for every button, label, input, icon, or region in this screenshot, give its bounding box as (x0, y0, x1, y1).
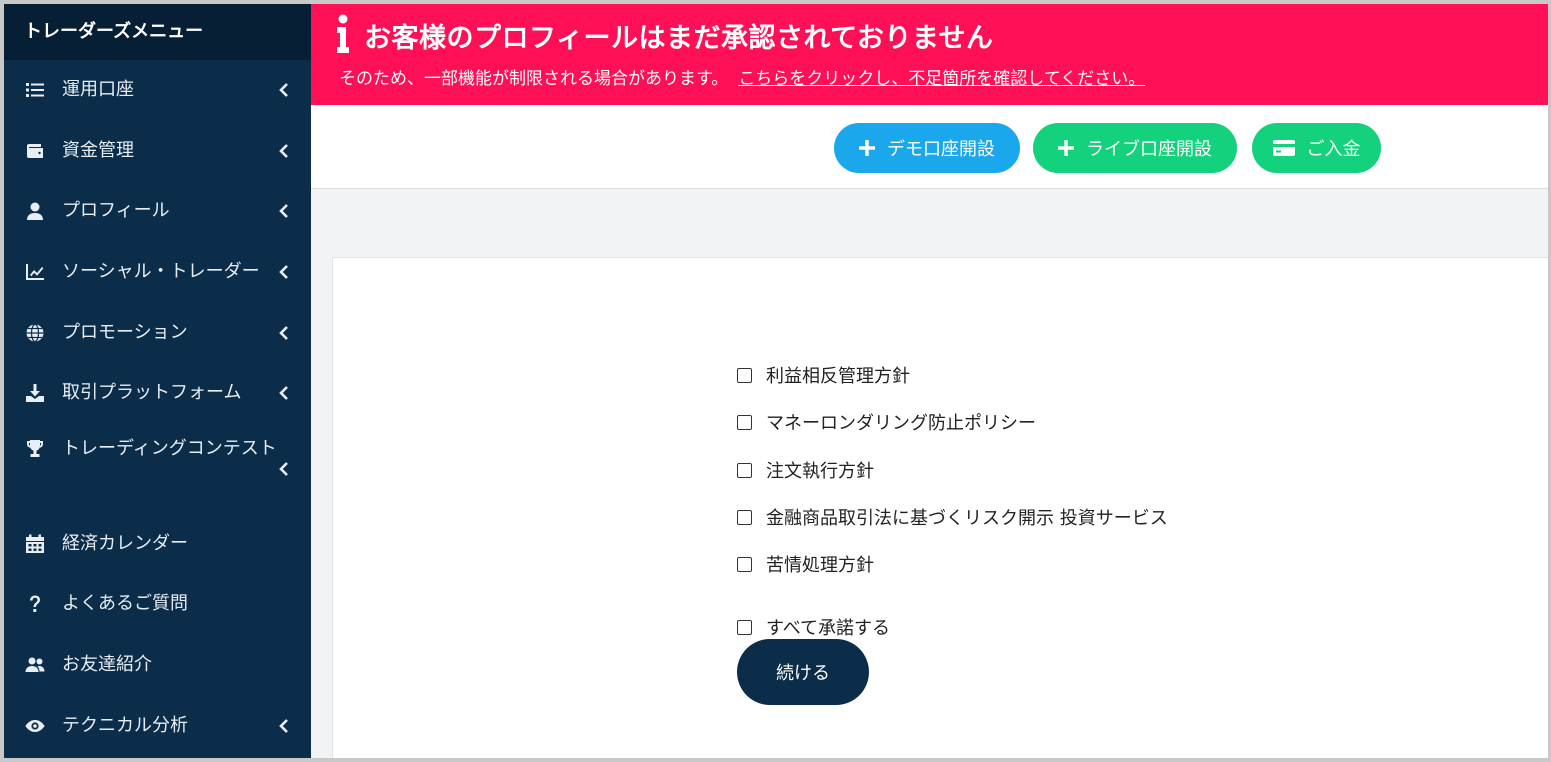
consent-item: マネーロンダリング防止ポリシー (737, 409, 1036, 435)
sidebar-item-funds[interactable]: 資金管理 (4, 121, 311, 182)
consent-card: 利益相反管理方針 マネーロンダリング防止ポリシー 注文執行方針 金融商品取引法に… (332, 257, 1548, 758)
chevron-left-icon (279, 264, 289, 280)
open-demo-account-label: デモ口座開設 (887, 139, 995, 160)
consent-checkbox[interactable] (737, 367, 752, 383)
sidebar-item-label: プロモーション (62, 321, 188, 343)
sidebar-item-platform[interactable]: 取引プラットフォーム (4, 363, 311, 424)
consent-checkbox[interactable] (737, 414, 752, 430)
sidebar-item-accounts[interactable]: 運用口座 (4, 60, 311, 121)
download-icon (24, 382, 46, 404)
chevron-left-icon (279, 461, 289, 477)
chevron-left-icon (279, 143, 289, 159)
sidebar-item-profile[interactable]: プロフィール (4, 181, 311, 242)
sidebar-item-label: ソーシャル・トレーダー (62, 261, 260, 283)
consent-checkbox[interactable] (737, 509, 752, 525)
sidebar-item-label: 取引プラットフォーム (62, 382, 242, 404)
sidebar-item-technical-analysis[interactable]: テクニカル分析 (4, 695, 311, 756)
calendar-icon (24, 533, 46, 555)
sidebar-item-label: お友達紹介 (62, 654, 152, 676)
sidebar-item-label: よくあるご質問 (62, 593, 188, 615)
plus-icon (859, 140, 875, 156)
accept-all-item: すべて承諾する (737, 614, 890, 640)
consent-checkbox[interactable] (737, 556, 752, 572)
credit-card-icon (1272, 140, 1295, 156)
info-icon (335, 14, 351, 54)
open-demo-account-button[interactable]: デモ口座開設 (834, 123, 1020, 173)
consent-label: 苦情処理方針 (766, 555, 874, 576)
wallet-icon (24, 140, 46, 162)
consent-item: 利益相反管理方針 (737, 362, 910, 388)
chevron-left-icon (279, 718, 289, 734)
continue-button[interactable]: 続ける (737, 639, 869, 705)
globe-icon (24, 322, 46, 344)
chevron-left-icon (279, 82, 289, 98)
action-toolbar: デモ口座開設 ライブ口座開設 ご入金 (311, 105, 1548, 189)
consent-label: 利益相反管理方針 (766, 366, 910, 387)
sidebar-item-label: トレーディングコンテスト (62, 437, 277, 459)
sidebar-item-label: プロフィール (62, 200, 170, 222)
sidebar-item-label: 資金管理 (62, 139, 134, 161)
user-icon (24, 200, 46, 222)
accept-all-checkbox[interactable] (737, 619, 752, 635)
alert-description-text: そのため、一部機能が制限される場合があります。 (339, 69, 729, 89)
sidebar-item-calendar[interactable]: 経済カレンダー (4, 514, 311, 575)
consent-item: 金融商品取引法に基づくリスク開示 投資サービス (737, 504, 1168, 530)
consent-label: 注文執行方針 (766, 461, 874, 482)
sidebar-item-promotion[interactable]: プロモーション (4, 302, 311, 363)
plus-icon (1058, 140, 1074, 156)
chart-line-icon (24, 261, 46, 283)
sidebar-item-referral[interactable]: お友達紹介 (4, 635, 311, 696)
profile-alert-banner: お客様のプロフィールはまだ承認されておりません そのため、一部機能が制限される場… (311, 4, 1548, 105)
consent-label: マネーロンダリング防止ポリシー (766, 413, 1036, 434)
chevron-left-icon (279, 203, 289, 219)
app-frame: トレーダーズメニュー 運用口座 資金管理 プロフィール ソーシャル・トレーダー … (4, 4, 1548, 758)
alert-title: お客様のプロフィールはまだ承認されておりません (364, 23, 994, 54)
sidebar-title: トレーダーズメニュー (4, 4, 311, 60)
consent-item: 苦情処理方針 (737, 551, 874, 577)
sidebar-item-contest[interactable]: トレーディングコンテスト (4, 424, 311, 514)
question-icon (24, 593, 46, 615)
sidebar: トレーダーズメニュー 運用口座 資金管理 プロフィール ソーシャル・トレーダー … (4, 4, 311, 758)
open-live-account-button[interactable]: ライブ口座開設 (1033, 123, 1237, 173)
trophy-icon (24, 438, 46, 460)
sidebar-item-social-trader[interactable]: ソーシャル・トレーダー (4, 242, 311, 303)
deposit-label: ご入金 (1306, 139, 1361, 160)
sidebar-item-label: テクニカル分析 (62, 714, 188, 736)
deposit-button[interactable]: ご入金 (1252, 123, 1381, 173)
consent-label: 金融商品取引法に基づくリスク開示 投資サービス (766, 508, 1168, 529)
consent-checkbox[interactable] (737, 462, 752, 478)
sidebar-item-faq[interactable]: よくあるご質問 (4, 574, 311, 635)
chevron-left-icon (279, 385, 289, 401)
list-icon (24, 79, 46, 101)
consent-item: 注文執行方針 (737, 457, 874, 483)
users-icon (24, 654, 46, 676)
alert-description: そのため、一部機能が制限される場合があります。 こちらをクリックし、不足箇所を確認… (339, 64, 1145, 89)
sidebar-item-label: 経済カレンダー (62, 532, 188, 554)
eye-icon (24, 715, 46, 737)
open-live-account-label: ライブ口座開設 (1086, 139, 1212, 160)
accept-all-label: すべて承諾する (766, 618, 891, 639)
chevron-left-icon (279, 325, 289, 341)
sidebar-item-label: 運用口座 (62, 79, 134, 101)
alert-review-link[interactable]: こちらをクリックし、不足箇所を確認してください。 (738, 69, 1145, 89)
